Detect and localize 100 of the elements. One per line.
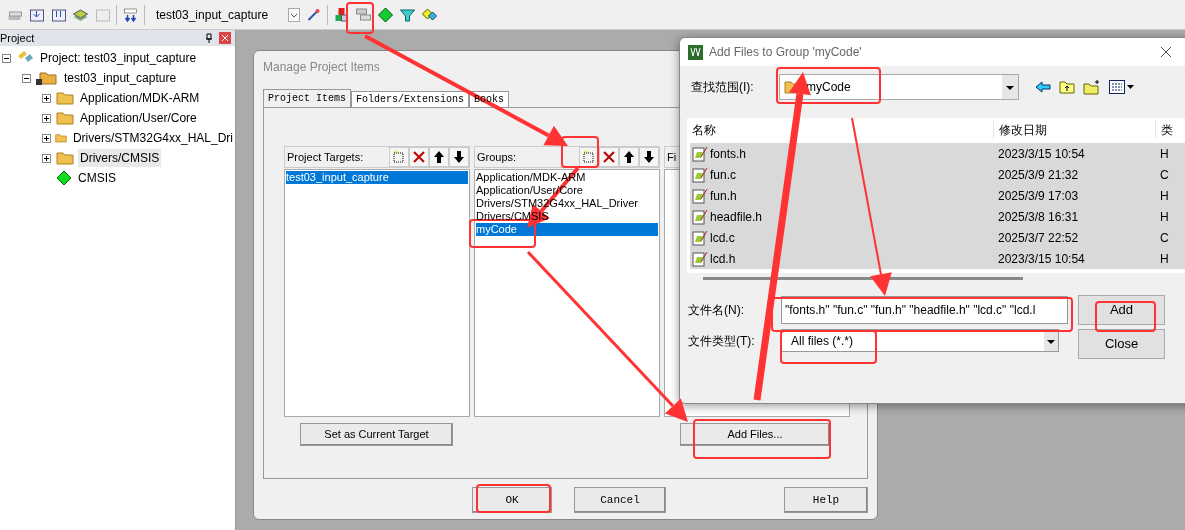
file-name: fun.c: [710, 166, 736, 184]
highlight-frame: [1095, 301, 1156, 332]
file-icon: [692, 229, 708, 246]
windows-icon[interactable]: [355, 6, 372, 23]
file-icon: [692, 187, 708, 204]
toolbar-button[interactable]: [409, 147, 429, 167]
toolbar-button[interactable]: [619, 147, 639, 167]
close-button[interactable]: Close: [1078, 329, 1165, 359]
dialog-button[interactable]: Help: [784, 487, 868, 513]
dialog-title: Manage Project Items: [263, 59, 380, 76]
toolbar-button[interactable]: [449, 147, 469, 167]
column-header[interactable]: 名称: [687, 121, 993, 139]
load-icon[interactable]: [122, 6, 139, 23]
target-dropdown[interactable]: test03_input_capture: [150, 3, 300, 26]
expand-icon[interactable]: [42, 93, 51, 103]
arrow-up-icon: [431, 149, 447, 165]
column-header[interactable]: 类: [1155, 121, 1185, 139]
arrow-down-icon: [451, 149, 467, 165]
table-cell-text: C: [1159, 166, 1169, 184]
expand-icon[interactable]: [42, 113, 51, 123]
expand-icon[interactable]: [42, 153, 51, 163]
list-label: Fi: [667, 149, 677, 165]
file-row[interactable]: headfile.h 2025/3/8 16:31 H: [690, 206, 1185, 227]
file-icon: [692, 250, 708, 267]
funnel-icon[interactable]: [399, 6, 416, 23]
caret-icon: [1044, 330, 1058, 351]
folder-icon: [56, 151, 74, 165]
tree-item[interactable]: Drivers/CMSIS: [78, 149, 162, 167]
dialog-title: Add Files to Group 'myCode': [709, 44, 863, 61]
dialog-button[interactable]: Set as Current Target: [300, 423, 453, 446]
file-row[interactable]: fun.h 2025/3/9 17:03 H: [690, 185, 1185, 206]
column-header[interactable]: 修改日期: [993, 121, 1155, 139]
file-row[interactable]: lcd.c 2025/3/7 22:52 C: [690, 227, 1185, 248]
file-type-dropdown[interactable]: All files (*.*): [781, 329, 1059, 352]
table-cell-text: 2025/3/8 16:31: [997, 208, 1080, 226]
field-label: 文件名(N):: [688, 302, 745, 319]
dialog-button[interactable]: Cancel: [574, 487, 666, 513]
tree-item[interactable]: Project: test03_input_capture: [38, 49, 199, 67]
file-row[interactable]: fonts.h 2023/3/15 10:54 H: [690, 143, 1185, 164]
diamond-icon[interactable]: [377, 6, 394, 23]
tab[interactable]: Folders/Extensions: [351, 91, 470, 107]
field-label: 文件类型(T):: [688, 333, 756, 350]
table-cell-text: 2025/3/7 22:52: [997, 229, 1080, 247]
table-cell-text: C: [1159, 229, 1169, 247]
diamond-icon: [56, 170, 72, 186]
file-name: fonts.h: [710, 145, 747, 163]
file-name-field[interactable]: "fonts.h" "fun.c" "fun.h" "headfile.h" "lcd.c" "lcd.l: [781, 296, 1068, 324]
diamonds-icon[interactable]: [421, 6, 438, 23]
tree-item[interactable]: Drivers/STM32G4xx_HAL_Dri: [70, 129, 235, 147]
arrow-up-icon: [621, 149, 637, 165]
new-icon: [391, 149, 407, 165]
list-label: Project Targets:: [287, 149, 364, 165]
delete-icon: [601, 149, 617, 165]
highlight-frame: [346, 2, 374, 34]
file-name: fun.h: [710, 187, 737, 205]
toolbar-button[interactable]: [639, 147, 659, 167]
add-button[interactable]: Add: [1078, 295, 1165, 325]
table-cell-text: 2025/3/9 17:03: [997, 187, 1080, 205]
collapse-icon[interactable]: [22, 73, 31, 83]
table-cell-text: 2023/3/15 10:54: [997, 250, 1086, 268]
table-cell-text: 2023/3/15 10:54: [997, 145, 1086, 163]
dialog-button[interactable]: Add Files...: [680, 423, 830, 446]
tab[interactable]: Project Items: [263, 89, 351, 107]
file-icon: [692, 208, 708, 225]
table-cell-text: 2025/3/9 21:32: [997, 166, 1080, 184]
toolbar-button[interactable]: [599, 147, 619, 167]
view-menu-icon[interactable]: [1109, 80, 1135, 94]
table-cell-text: H: [1159, 145, 1169, 163]
table-cell-text: H: [1159, 187, 1169, 205]
pin-icon[interactable]: [205, 33, 213, 43]
folder-up-icon[interactable]: [1059, 80, 1075, 94]
layers-icon[interactable]: [72, 6, 89, 23]
tree-item[interactable]: Application/User/Core: [78, 109, 199, 127]
file-row[interactable]: fun.c 2025/3/9 21:32 C: [690, 164, 1185, 185]
wand-icon[interactable]: [305, 6, 322, 23]
close-icon[interactable]: [1160, 46, 1172, 58]
new-icon: [581, 149, 597, 165]
collapse-icon[interactable]: [2, 53, 11, 63]
table-cell-text: H: [1159, 208, 1169, 226]
close-icon[interactable]: [219, 32, 231, 44]
file-name: headfile.h: [710, 208, 763, 226]
table-cell-text: H: [1159, 250, 1169, 268]
caret-icon: [1002, 75, 1018, 99]
tree-item[interactable]: Application/MDK-ARM: [78, 89, 202, 107]
expand-icon[interactable]: [42, 133, 51, 143]
new-folder-icon[interactable]: [1083, 79, 1101, 95]
folder-icon: [56, 111, 74, 125]
delete-icon: [411, 149, 427, 165]
tree-item[interactable]: test03_input_capture: [62, 69, 179, 87]
field-label: 查找范围(I):: [691, 79, 755, 96]
list-item[interactable]: test03_input_capture: [286, 171, 468, 184]
file-row[interactable]: lcd.h 2023/3/15 10:54 H: [690, 248, 1185, 269]
toolbar-button[interactable]: [429, 147, 449, 167]
look-in-dropdown[interactable]: myCode: [779, 74, 1019, 100]
list-item[interactable]: myCode: [476, 223, 658, 236]
folder-icon: [55, 131, 67, 145]
arrow-down-icon: [641, 149, 657, 165]
folder-icon: [56, 91, 74, 105]
back-icon[interactable]: [1035, 80, 1051, 94]
tree-item[interactable]: CMSIS: [76, 169, 118, 187]
